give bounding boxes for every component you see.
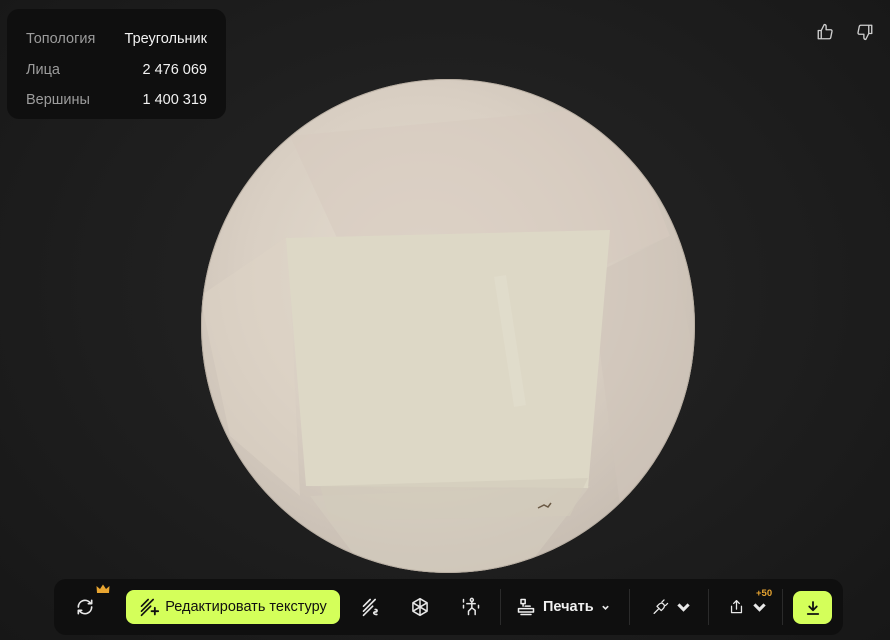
plug-icon [653, 599, 669, 615]
vertices-value: 1 400 319 [142, 92, 207, 109]
share-reward-badge: +50 [756, 588, 773, 599]
edit-texture-button[interactable]: Редактировать текстуру [126, 590, 340, 624]
mesh-tool-button[interactable] [405, 591, 435, 623]
topology-label: Топология [26, 31, 96, 48]
faces-row: Лица 2 476 069 [26, 55, 207, 86]
topology-value: Треугольник [124, 31, 207, 48]
edit-texture-label: Редактировать текстуру [165, 599, 327, 615]
print-button[interactable]: Печать [516, 591, 610, 623]
toolbar-divider [500, 589, 501, 625]
toolbar-divider [708, 589, 709, 625]
mesh-icon [412, 597, 428, 617]
texture-stripes-icon [362, 598, 378, 617]
vertices-label: Вершины [26, 92, 90, 109]
model-stats-panel: Топология Треугольник Лица 2 476 069 Вер… [7, 9, 226, 119]
toolbar-divider [629, 589, 630, 625]
regenerate-button[interactable] [70, 591, 100, 623]
faces-label: Лица [26, 61, 60, 78]
share-icon [730, 599, 743, 614]
model-preview [201, 79, 695, 573]
thumbs-up-icon [817, 23, 833, 40]
refresh-icon [77, 599, 93, 615]
download-icon [806, 600, 819, 615]
toolbar-divider [782, 589, 783, 625]
printer-3d-icon [517, 598, 535, 616]
chevron-down-icon [601, 605, 609, 610]
rigging-icon [462, 597, 480, 616]
dislike-button[interactable] [855, 22, 875, 42]
plugin-button[interactable] [652, 591, 692, 623]
rigging-tool-button[interactable] [456, 591, 486, 623]
model-viewport[interactable] [200, 76, 700, 576]
chevron-down-icon [677, 603, 690, 612]
thumbs-down-icon [857, 24, 873, 41]
faces-value: 2 476 069 [142, 61, 207, 78]
crown-icon [96, 584, 110, 593]
topology-row: Топология Треугольник [26, 24, 207, 55]
vertices-row: Вершины 1 400 319 [26, 85, 207, 116]
texture-tool-button[interactable] [356, 591, 386, 623]
like-button[interactable] [815, 22, 835, 42]
magic-brush-icon [140, 598, 160, 617]
print-label: Печать [543, 599, 594, 615]
bottom-toolbar: Редактировать текстуру Печать +50 [54, 579, 843, 635]
download-button[interactable] [793, 591, 832, 624]
chevron-down-icon [753, 603, 766, 612]
